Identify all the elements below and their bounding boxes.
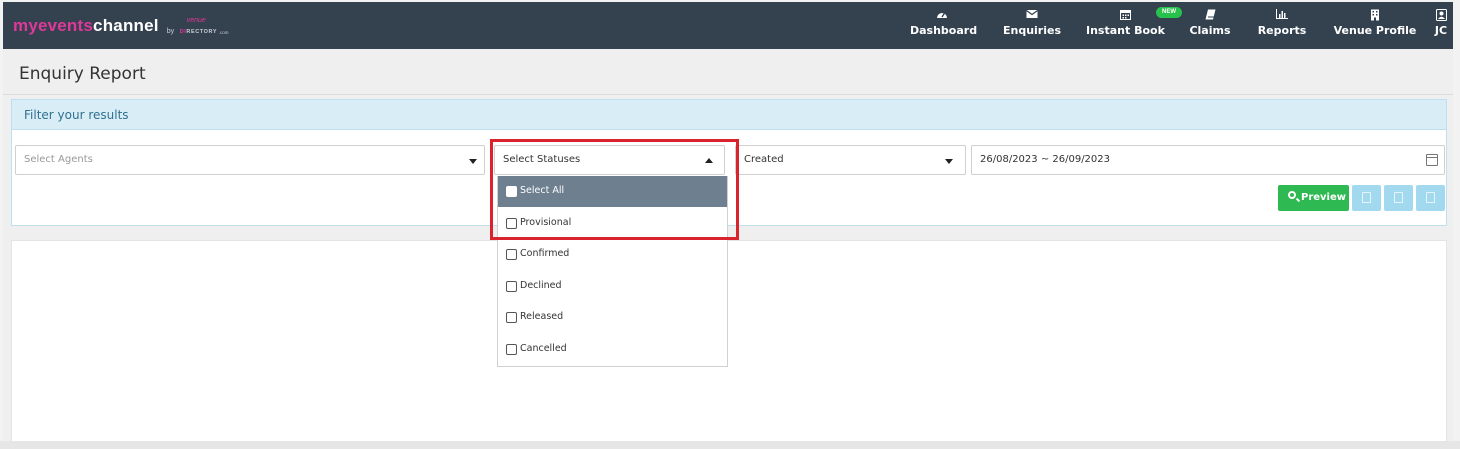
building-icon	[1330, 9, 1420, 23]
filter-panel-header: Filter your results	[12, 100, 1446, 130]
agents-select[interactable]: Select Agents	[15, 145, 485, 175]
checkbox[interactable]	[506, 312, 517, 323]
nav-reports-label: Reports	[1257, 24, 1307, 37]
date-range-value: 26/08/2023 ~ 26/09/2023	[980, 154, 1111, 165]
title-divider	[3, 94, 1453, 95]
file-pdf-icon	[1362, 192, 1371, 203]
agents-select-placeholder: Select Agents	[24, 154, 93, 165]
brand-logo[interactable]: myeventschannel by venue DIRECTORY .com	[13, 14, 229, 36]
checkbox[interactable]	[506, 344, 517, 355]
nav-reports[interactable]: Reports	[1257, 9, 1307, 45]
nav-claims[interactable]: Claims	[1187, 9, 1233, 45]
dashboard-icon	[910, 9, 974, 23]
search-icon	[1288, 191, 1296, 199]
date-range-input[interactable]: 26/08/2023 ~ 26/09/2023	[971, 145, 1445, 175]
preview-button-label: Preview	[1301, 192, 1347, 203]
chevron-down-icon	[469, 159, 477, 164]
nav-venue-profile[interactable]: Venue Profile	[1330, 9, 1420, 45]
nav-instant-book[interactable]: Instant Book	[1086, 9, 1165, 45]
preview-button[interactable]: Preview	[1278, 185, 1349, 211]
app-frame: myeventschannel by venue DIRECTORY .com …	[3, 2, 1453, 442]
status-option-declined[interactable]: Declined	[498, 271, 727, 302]
new-badge: NEW	[1156, 7, 1182, 18]
status-option-confirmed[interactable]: Confirmed	[498, 239, 727, 270]
nav-enquiries[interactable]: Enquiries	[1002, 9, 1062, 45]
calendar-icon[interactable]	[1426, 154, 1438, 166]
nav-dashboard[interactable]: Dashboard	[910, 9, 978, 45]
nav-claims-label: Claims	[1189, 24, 1231, 37]
bottom-strip	[0, 441, 1460, 449]
calendar-icon	[1086, 9, 1164, 23]
file-excel-icon	[1394, 192, 1403, 203]
checkbox[interactable]	[506, 249, 517, 260]
filter-panel-title: Filter your results	[24, 108, 129, 122]
date-type-select[interactable]: Created	[735, 145, 966, 175]
user-icon	[1430, 9, 1452, 23]
export-excel-button[interactable]	[1384, 185, 1413, 211]
status-option-released[interactable]: Released	[498, 302, 727, 333]
logo-wordmark: myeventschannel	[13, 16, 159, 35]
envelope-icon	[1002, 9, 1062, 23]
status-option-label: Declined	[520, 280, 562, 291]
checkbox[interactable]	[506, 281, 517, 292]
nav-venue-profile-label: Venue Profile	[1333, 24, 1417, 37]
date-type-value: Created	[744, 154, 784, 165]
bar-chart-icon	[1257, 9, 1307, 23]
nav-user-menu[interactable]: JC	[1430, 9, 1452, 45]
page-title: Enquiry Report	[19, 64, 146, 84]
results-panel	[11, 240, 1447, 442]
export-csv-button[interactable]	[1416, 185, 1445, 211]
nav-dashboard-label: Dashboard	[910, 24, 978, 37]
file-csv-icon	[1426, 192, 1435, 203]
nav-instant-book-label: Instant Book	[1086, 24, 1165, 37]
top-navbar: myeventschannel by venue DIRECTORY .com …	[3, 2, 1453, 49]
annotation-highlight-box	[490, 139, 739, 240]
chevron-down-icon	[945, 159, 953, 164]
status-option-cancelled[interactable]: Cancelled	[498, 334, 727, 365]
nav-user-initials: JC	[1434, 24, 1448, 37]
status-option-label: Confirmed	[520, 248, 570, 259]
logo-byline: by venue DIRECTORY .com	[166, 17, 229, 35]
book-icon	[1187, 9, 1233, 23]
status-option-label: Released	[520, 311, 564, 322]
nav-enquiries-label: Enquiries	[1002, 24, 1062, 37]
export-pdf-button[interactable]	[1352, 185, 1381, 211]
status-option-label: Cancelled	[520, 343, 567, 354]
